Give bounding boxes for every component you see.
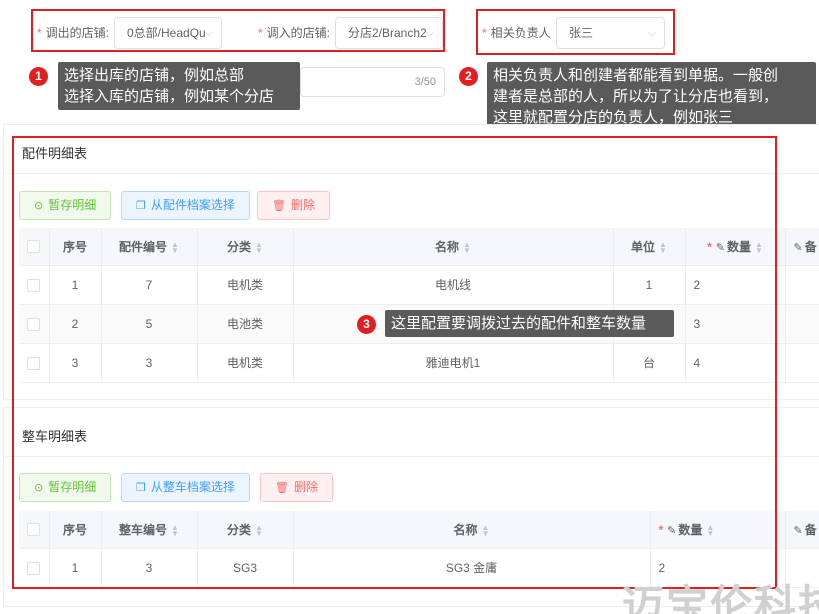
edit-icon: ✎ bbox=[793, 241, 803, 254]
callout-2-line-1: 相关负责人和创建者都能看到单据。一般创 bbox=[493, 67, 779, 84]
cell-remark[interactable] bbox=[785, 265, 819, 305]
edit-icon: ✎ bbox=[793, 524, 803, 537]
callout-1-line-1: 选择出库的店铺，例如总部 bbox=[64, 67, 245, 84]
remark-input[interactable]: 3/50 bbox=[300, 67, 445, 97]
callout-1: 选择出库的店铺，例如总部 选择入库的店铺，例如某个分店 bbox=[58, 62, 300, 110]
remark-counter: 3/50 bbox=[414, 76, 436, 88]
callout-badge-2: 2 bbox=[459, 67, 478, 86]
col-remark: ✎ 备 bbox=[785, 228, 819, 266]
callout-badge-1: 1 bbox=[29, 67, 48, 86]
person-highlight bbox=[476, 9, 675, 55]
cell-remark[interactable] bbox=[785, 343, 819, 383]
watermark-logo: 迈宝伦科技 bbox=[622, 582, 819, 614]
details-highlight bbox=[12, 136, 777, 589]
callout-2-line-2: 建者是总部的人，所以为了让分店也看到， bbox=[493, 88, 779, 105]
callout-2: 相关负责人和创建者都能看到单据。一般创 建者是总部的人，所以为了让分店也看到， … bbox=[487, 62, 816, 131]
cell-remark[interactable] bbox=[785, 304, 819, 344]
callout-1-line-2: 选择入库的店铺，例如某个分店 bbox=[64, 88, 275, 105]
col-remark: ✎ 备 bbox=[785, 511, 819, 549]
store-selection-highlight bbox=[31, 9, 445, 52]
